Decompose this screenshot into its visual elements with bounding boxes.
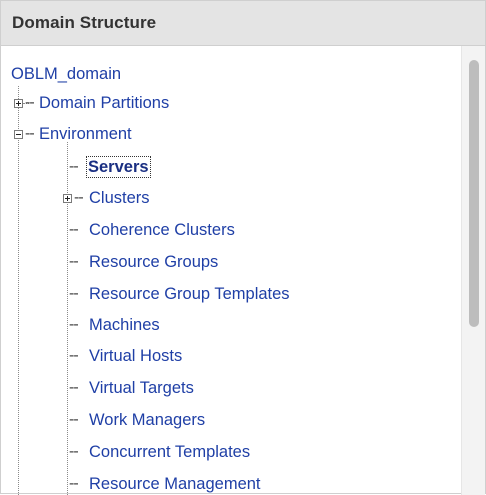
domain-tree: OBLM_domain -- Domain Partitions -- Envi… xyxy=(1,46,463,495)
tree-item-virtual-hosts[interactable]: Virtual Hosts xyxy=(89,346,182,366)
panel-header: Domain Structure xyxy=(1,1,485,46)
panel-title: Domain Structure xyxy=(12,13,157,32)
tree-item-environment[interactable]: Environment xyxy=(39,124,132,144)
domain-structure-panel: Domain Structure OBLM_domain -- Domain P… xyxy=(0,0,486,495)
collapse-environment-icon[interactable] xyxy=(14,130,23,139)
vertical-scrollbar[interactable] xyxy=(461,46,485,495)
tree-connector-dashes: -- xyxy=(25,125,35,142)
tree-connector-dashes: -- xyxy=(69,316,79,333)
scrollbar-thumb[interactable] xyxy=(469,60,479,327)
tree-connector-dashes: -- xyxy=(69,379,79,396)
expand-domain-partitions-icon[interactable] xyxy=(14,99,23,108)
tree-item-resource-groups[interactable]: Resource Groups xyxy=(89,252,218,272)
tree-connector-dashes: -- xyxy=(69,411,79,428)
tree-guide-line xyxy=(18,86,19,495)
tree-item-work-managers[interactable]: Work Managers xyxy=(89,410,205,430)
tree-connector-dashes: -- xyxy=(69,221,79,238)
expand-clusters-icon[interactable] xyxy=(63,194,72,203)
tree-item-virtual-targets[interactable]: Virtual Targets xyxy=(89,378,194,398)
tree-connector-dashes: -- xyxy=(69,475,79,492)
tree-item-resource-management[interactable]: Resource Management xyxy=(89,474,261,494)
tree-connector-dashes: -- xyxy=(69,158,79,175)
tree-item-clusters[interactable]: Clusters xyxy=(89,188,150,208)
tree-item-coherence-clusters[interactable]: Coherence Clusters xyxy=(89,220,235,240)
tree-connector-dashes: -- xyxy=(25,94,35,111)
tree-connector-dashes: -- xyxy=(69,443,79,460)
tree-root-node[interactable]: OBLM_domain xyxy=(11,64,121,84)
tree-item-servers[interactable]: Servers xyxy=(86,156,151,178)
tree-connector-dashes: -- xyxy=(69,253,79,270)
tree-connector-dashes: -- xyxy=(69,347,79,364)
tree-item-domain-partitions[interactable]: Domain Partitions xyxy=(39,93,169,113)
tree-item-machines[interactable]: Machines xyxy=(89,315,160,335)
tree-item-resource-group-templates[interactable]: Resource Group Templates xyxy=(89,284,290,304)
tree-item-concurrent-templates[interactable]: Concurrent Templates xyxy=(89,442,250,462)
tree-connector-dashes: -- xyxy=(74,189,84,206)
tree-connector-dashes: -- xyxy=(69,285,79,302)
